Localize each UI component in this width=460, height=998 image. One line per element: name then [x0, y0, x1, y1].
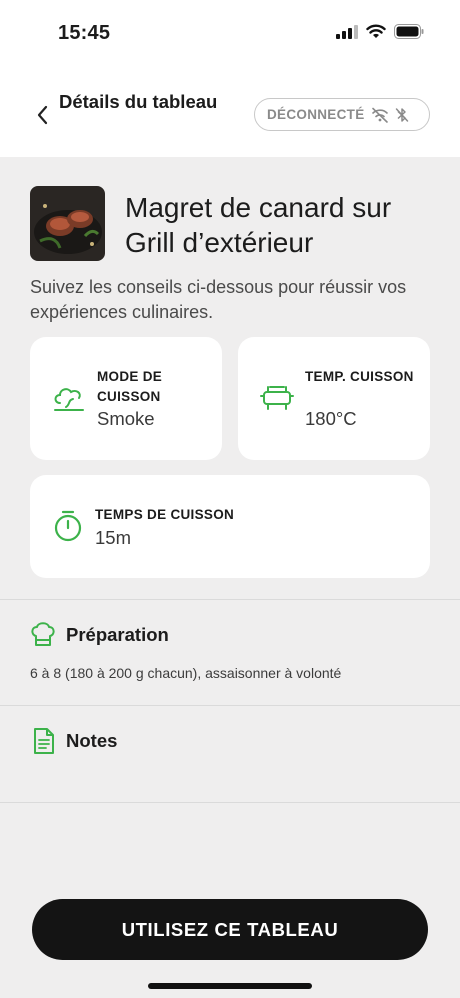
recipe-image — [30, 186, 105, 261]
notes-title: Notes — [66, 730, 118, 751]
cook-temp-value: 180°C — [305, 408, 357, 429]
connection-status-label: DÉCONNECTÉ — [267, 107, 365, 122]
divider — [0, 705, 460, 706]
battery-icon — [394, 24, 424, 39]
connection-status-badge[interactable]: DÉCONNECTÉ — [254, 98, 430, 131]
smoke-icon — [54, 388, 84, 411]
timer-icon — [54, 510, 82, 542]
cook-time-label: TEMPS DE CUISSON — [95, 507, 235, 522]
wifi-icon — [366, 24, 386, 38]
cook-mode-card: MODE DE CUISSON Smoke — [30, 337, 222, 460]
preparation-text: 6 à 8 (180 à 200 g chacun), assaisonner … — [30, 665, 342, 681]
status-icons — [336, 24, 424, 39]
divider — [0, 802, 460, 803]
divider — [0, 599, 460, 600]
chef-hat-icon — [31, 622, 55, 646]
recipe-subtitle: Suivez les conseils ci-dessous pour réus… — [30, 277, 407, 322]
use-chart-button[interactable]: UTILISEZ CE TABLEAU — [32, 899, 428, 960]
bluetooth-off-icon — [395, 107, 408, 122]
chevron-left-icon[interactable] — [34, 104, 52, 126]
recipe-title: Magret de canard sur Grill d’extérieur — [125, 192, 392, 258]
cook-temp-label: TEMP. CUISSON — [305, 369, 414, 384]
notes-icon — [34, 728, 54, 754]
grill-icon — [260, 386, 294, 410]
cook-temp-card: TEMP. CUISSON 180°C — [238, 337, 430, 460]
cook-mode-value: Smoke — [97, 408, 155, 429]
preparation-title: Préparation — [66, 624, 169, 645]
cook-time-value: 15m — [95, 527, 131, 548]
home-indicator — [148, 983, 312, 989]
cook-time-card: TEMPS DE CUISSON 15m — [30, 475, 430, 578]
cook-mode-label: MODE DE CUISSON — [97, 369, 163, 404]
top-bar: 15:45 Détails du tableau DÉCONNECTÉ — [0, 0, 460, 157]
page-title: Détails du tableau — [59, 91, 218, 112]
wifi-off-icon — [371, 107, 388, 123]
signal-icon — [336, 24, 358, 39]
status-time: 15:45 — [58, 22, 111, 44]
